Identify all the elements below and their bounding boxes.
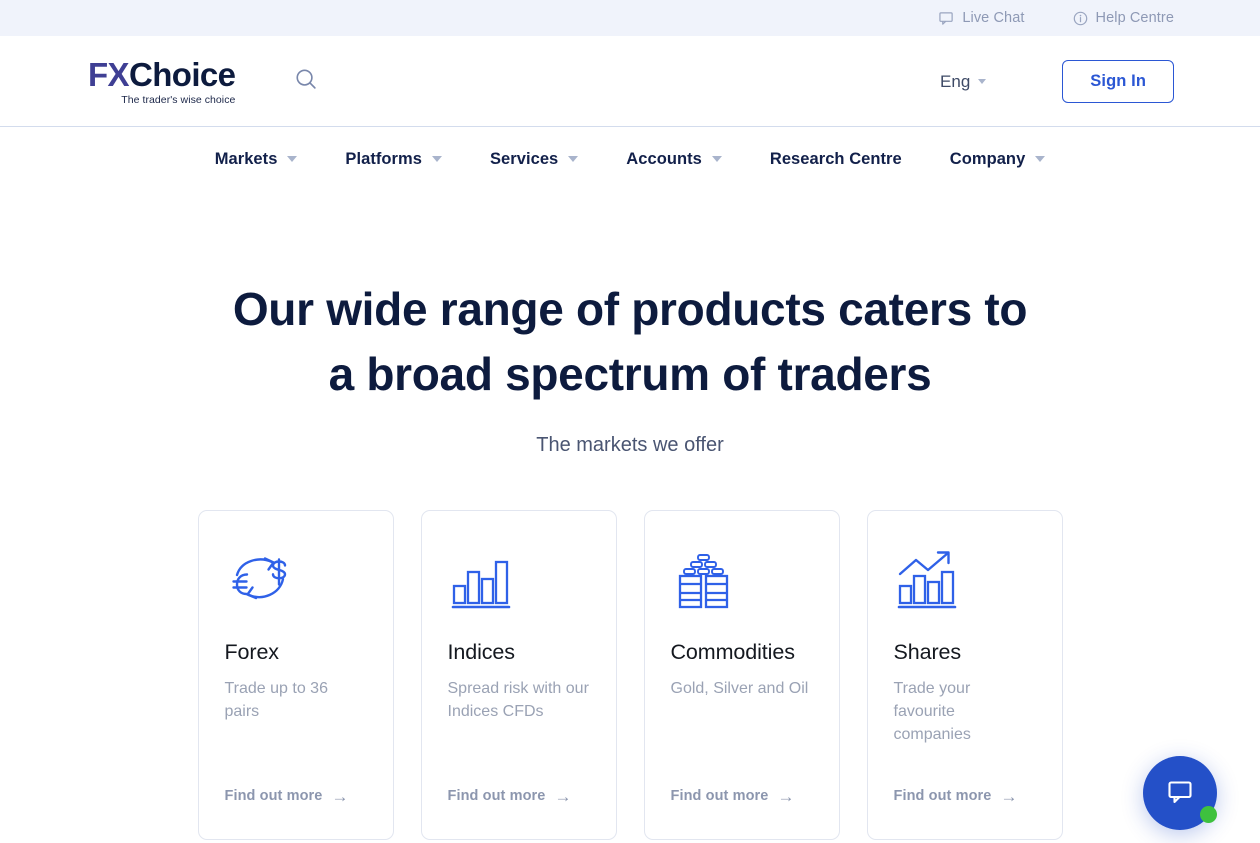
chevron-down-icon xyxy=(1035,156,1046,162)
link-label: Find out more xyxy=(447,788,546,805)
link-label: Find out more xyxy=(224,788,323,805)
header-right-group: Eng Sign In xyxy=(940,60,1174,103)
hero-section: Our wide range of products caters to a b… xyxy=(0,191,1260,457)
nav-item-research-centre[interactable]: Research Centre xyxy=(746,150,926,169)
search-icon xyxy=(294,67,319,97)
find-out-more-link[interactable]: Find out more → xyxy=(448,788,572,805)
market-card-indices[interactable]: Indices Spread risk with our Indices CFD… xyxy=(420,509,617,840)
nav-label: Services xyxy=(489,149,559,168)
search-button[interactable] xyxy=(291,67,321,97)
nav-item-accounts[interactable]: Accounts xyxy=(602,150,746,169)
logo-choice-text: Choice xyxy=(128,55,236,93)
help-centre-label: Help Centre xyxy=(1095,10,1174,26)
nav-item-services[interactable]: Services xyxy=(466,150,602,169)
help-centre-link[interactable]: Help Centre xyxy=(1073,10,1174,26)
utility-topbar: Live Chat Help Centre xyxy=(0,0,1260,36)
bar-chart-icon xyxy=(448,542,590,614)
card-title: Forex xyxy=(224,639,280,664)
arrow-right-icon: → xyxy=(1000,786,1018,806)
nav-label: Research Centre xyxy=(769,149,902,168)
main-navigation: Markets Platforms Services Accounts Rese… xyxy=(0,127,1260,191)
nav-item-company[interactable]: Company xyxy=(926,150,1070,169)
language-label: Eng xyxy=(940,71,971,91)
card-description: Gold, Silver and Oil xyxy=(670,679,809,697)
find-out-more-link[interactable]: Find out more → xyxy=(894,788,1018,805)
logo-tagline: The trader's wise choice xyxy=(121,93,236,106)
card-description: Trade up to 36 pairs xyxy=(224,679,328,720)
currency-exchange-icon xyxy=(225,542,367,614)
info-circle-icon xyxy=(1073,11,1088,26)
link-label: Find out more xyxy=(893,788,992,805)
nav-label: Platforms xyxy=(345,149,422,168)
card-description: Spread risk with our Indices CFDs xyxy=(447,679,589,720)
hero-title-line-2: a broad spectrum of traders xyxy=(328,347,932,400)
nav-label: Company xyxy=(949,149,1026,168)
card-description: Trade your favourite companies xyxy=(893,679,971,743)
logo-wordmark: FXChoice xyxy=(88,55,236,93)
hero-subtitle: The markets we offer xyxy=(536,433,724,456)
growth-chart-icon xyxy=(894,542,1036,614)
logo-fx-text: FX xyxy=(88,55,130,93)
site-header: FXChoice The trader's wise choice Eng Si… xyxy=(0,36,1260,127)
arrow-right-icon: → xyxy=(777,786,795,806)
find-out-more-link[interactable]: Find out more → xyxy=(671,788,795,805)
arrow-right-icon: → xyxy=(331,786,349,806)
chevron-down-icon xyxy=(431,156,442,162)
chat-bubble-icon xyxy=(1165,776,1195,811)
chat-bubble-icon xyxy=(939,11,954,26)
site-logo[interactable]: FXChoice The trader's wise choice xyxy=(88,55,236,106)
language-selector[interactable]: Eng xyxy=(940,71,987,92)
nav-item-platforms[interactable]: Platforms xyxy=(321,150,466,169)
nav-label: Markets xyxy=(214,149,278,168)
link-label: Find out more xyxy=(670,788,769,805)
card-title: Indices xyxy=(447,639,516,664)
card-title: Commodities xyxy=(670,639,795,664)
oil-barrels-gold-bars-icon xyxy=(671,542,813,614)
chevron-down-icon xyxy=(978,79,987,84)
page-title: Our wide range of products caters to a b… xyxy=(170,277,1090,407)
page-root: Live Chat Help Centre FXChoice The trade… xyxy=(0,0,1260,843)
arrow-right-icon: → xyxy=(554,786,572,806)
live-chat-label: Live Chat xyxy=(962,10,1025,26)
card-title: Shares xyxy=(893,639,962,664)
market-card-forex[interactable]: Forex Trade up to 36 pairs Find out more… xyxy=(197,509,394,840)
chevron-down-icon xyxy=(711,156,722,162)
market-card-shares[interactable]: Shares Trade your favourite companies Fi… xyxy=(866,509,1063,840)
sign-in-button[interactable]: Sign In xyxy=(1062,60,1174,103)
chat-online-status-dot xyxy=(1200,806,1217,823)
market-card-commodities[interactable]: Commodities Gold, Silver and Oil Find ou… xyxy=(643,509,840,840)
live-chat-link[interactable]: Live Chat xyxy=(939,10,1024,26)
chevron-down-icon xyxy=(568,156,579,162)
chevron-down-icon xyxy=(287,156,298,162)
nav-label: Accounts xyxy=(626,149,702,168)
market-cards-grid: Forex Trade up to 36 pairs Find out more… xyxy=(0,509,1260,840)
find-out-more-link[interactable]: Find out more → xyxy=(225,788,349,805)
hero-title-line-1: Our wide range of products caters to xyxy=(232,283,1028,335)
nav-item-markets[interactable]: Markets xyxy=(191,150,322,169)
